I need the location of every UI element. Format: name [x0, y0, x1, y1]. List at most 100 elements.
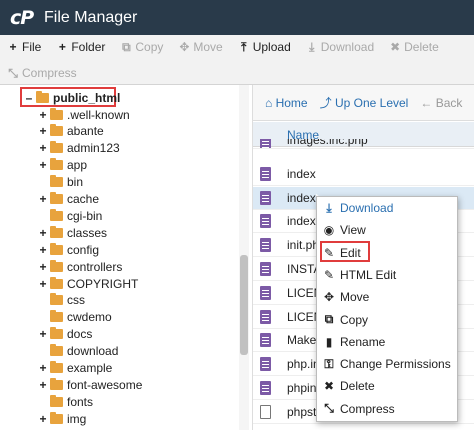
tree-item-controllers[interactable]: + controllers	[38, 258, 122, 275]
expand-icon[interactable]: +	[38, 412, 48, 426]
download-toolbar-button[interactable]: ⤓ Download	[306, 40, 374, 55]
tree-item-admin123[interactable]: + admin123	[38, 140, 120, 157]
folder-icon	[50, 124, 63, 137]
menu-item-rename[interactable]: ▮ Rename	[323, 332, 386, 352]
title-bar: cP File Manager	[0, 0, 474, 35]
expand-icon[interactable]: +	[38, 124, 48, 138]
delete-toolbar-button[interactable]: ✖ Delete	[389, 40, 439, 54]
tree-root-public-html[interactable]: – public_html	[24, 89, 120, 106]
tree-item-abante[interactable]: + abante	[38, 123, 104, 140]
collapse-icon[interactable]: –	[24, 91, 34, 105]
compress-toolbar-label: Compress	[22, 66, 77, 80]
tree-item-fonts[interactable]: fonts	[48, 393, 93, 410]
php-file-icon	[260, 357, 271, 372]
folder-icon	[50, 208, 63, 221]
menu-item-label: Delete	[340, 379, 375, 394]
php-file-icon	[260, 381, 271, 395]
expand-icon[interactable]: +	[38, 226, 48, 240]
home-button[interactable]: ⌂ Home	[265, 96, 308, 110]
copy-toolbar-button[interactable]: ⧉ Copy	[120, 40, 163, 55]
tree-item-config[interactable]: + config	[38, 241, 99, 258]
folder-icon	[50, 225, 63, 238]
menu-item-label: Compress	[340, 401, 395, 416]
tree-item-app[interactable]: + app	[38, 157, 87, 174]
tree-item-classes[interactable]: + classes	[38, 224, 107, 241]
menu-item-view[interactable]: ◉ View	[323, 220, 366, 240]
upload-toolbar-button[interactable]: ⤒ Upload	[238, 40, 291, 55]
tree-item-label: cache	[67, 192, 100, 206]
menu-item-label: Edit	[340, 245, 361, 260]
expand-icon[interactable]: +	[38, 361, 48, 375]
tree-item-download[interactable]: download	[48, 343, 118, 360]
folder-icon	[50, 344, 63, 357]
php-file-icon	[260, 309, 271, 324]
tree-item-font-awesome[interactable]: + font-awesome	[38, 376, 142, 393]
html-edit-icon: ✎	[323, 267, 335, 282]
folder-open-icon	[36, 90, 49, 103]
expand-icon[interactable]: +	[38, 277, 48, 291]
menu-item-label: Copy	[340, 312, 369, 327]
compress-icon: ⤡	[324, 401, 334, 416]
expand-icon[interactable]: +	[38, 378, 48, 392]
file-row[interactable]: index	[253, 163, 474, 186]
tree-item-css[interactable]: css	[48, 292, 85, 309]
tree-root-label: public_html	[53, 90, 121, 105]
tree-item-docs[interactable]: + docs	[38, 326, 92, 343]
expand-icon[interactable]: +	[38, 158, 48, 172]
back-button[interactable]: ← Back	[420, 96, 462, 110]
tree-item-label: app	[67, 158, 88, 173]
menu-item-delete[interactable]: ✖ Delete	[323, 376, 375, 396]
menu-item-copy[interactable]: ⧉ Copy	[323, 310, 368, 330]
file-row[interactable]: images.inc.php	[253, 139, 474, 149]
delete-icon: ✖	[323, 379, 335, 394]
tree-item-label: classes	[67, 225, 108, 240]
expand-icon[interactable]: +	[38, 260, 48, 274]
file-name: index.	[287, 214, 320, 229]
menu-item-move[interactable]: ✥ Move	[323, 287, 369, 307]
folder-toolbar-label: Folder	[71, 40, 106, 54]
expand-icon[interactable]: +	[38, 108, 48, 122]
app-title: File Manager	[44, 8, 138, 26]
menu-item-html-edit[interactable]: ✎ HTML Edit	[323, 265, 396, 285]
file-name: index	[287, 166, 316, 181]
expand-icon[interactable]: +	[38, 141, 48, 155]
tree-item-example[interactable]: + example	[38, 360, 112, 377]
php-file-icon	[260, 262, 271, 276]
file-name: Make	[287, 333, 317, 348]
tree-item-cwdemo[interactable]: cwdemo	[48, 309, 112, 326]
up-one-level-label: Up One Level	[334, 96, 409, 110]
tree-item-label: config	[67, 242, 100, 257]
file-name: phpinf	[287, 381, 320, 395]
file-toolbar-button[interactable]: + File	[7, 40, 41, 54]
tree-scrollbar[interactable]	[239, 85, 249, 430]
download-icon: ⤓	[326, 200, 332, 215]
move-toolbar-button[interactable]: ✥ Move	[178, 40, 222, 54]
tree-item-copyright[interactable]: + COPYRIGHT	[38, 275, 138, 292]
expand-icon[interactable]: +	[38, 327, 48, 341]
tree-item-cache[interactable]: + cache	[38, 191, 99, 208]
tree-item-label: abante	[67, 124, 104, 139]
tree-item-label: cwdemo	[67, 310, 112, 325]
move-icon: ✥	[323, 290, 335, 305]
home-icon: ⌂	[265, 95, 276, 110]
tree-scrollbar-thumb[interactable]	[240, 255, 248, 355]
folder-icon	[50, 394, 63, 407]
php-file-icon	[260, 238, 271, 253]
compress-toolbar-button[interactable]: ⤡ Compress	[7, 66, 77, 81]
menu-item-label: Rename	[340, 334, 386, 349]
expand-icon[interactable]: +	[38, 192, 48, 206]
menu-item-change-permissions[interactable]: ⚿ Change Permissions	[323, 354, 450, 374]
tree-item-cgi-bin[interactable]: cgi-bin	[48, 207, 102, 224]
tree-item-bin[interactable]: bin	[48, 174, 83, 191]
tree-item-img[interactable]: + img	[38, 410, 86, 427]
tree-item-label: .well-known	[67, 107, 130, 122]
tree-item-label: cgi-bin	[67, 208, 103, 223]
up-one-level-button[interactable]: ⤴ Up One Level	[320, 94, 409, 111]
menu-item-edit[interactable]: ✎ Edit	[323, 243, 361, 263]
folder-toolbar-button[interactable]: + Folder	[56, 40, 106, 54]
menu-item-compress[interactable]: ⤡ Compress	[323, 399, 395, 419]
tree-item-label: controllers	[67, 259, 123, 274]
expand-icon[interactable]: +	[38, 243, 48, 257]
tree-item-well-known[interactable]: + .well-known	[38, 106, 130, 123]
menu-item-download[interactable]: ⤓ Download	[323, 198, 393, 218]
